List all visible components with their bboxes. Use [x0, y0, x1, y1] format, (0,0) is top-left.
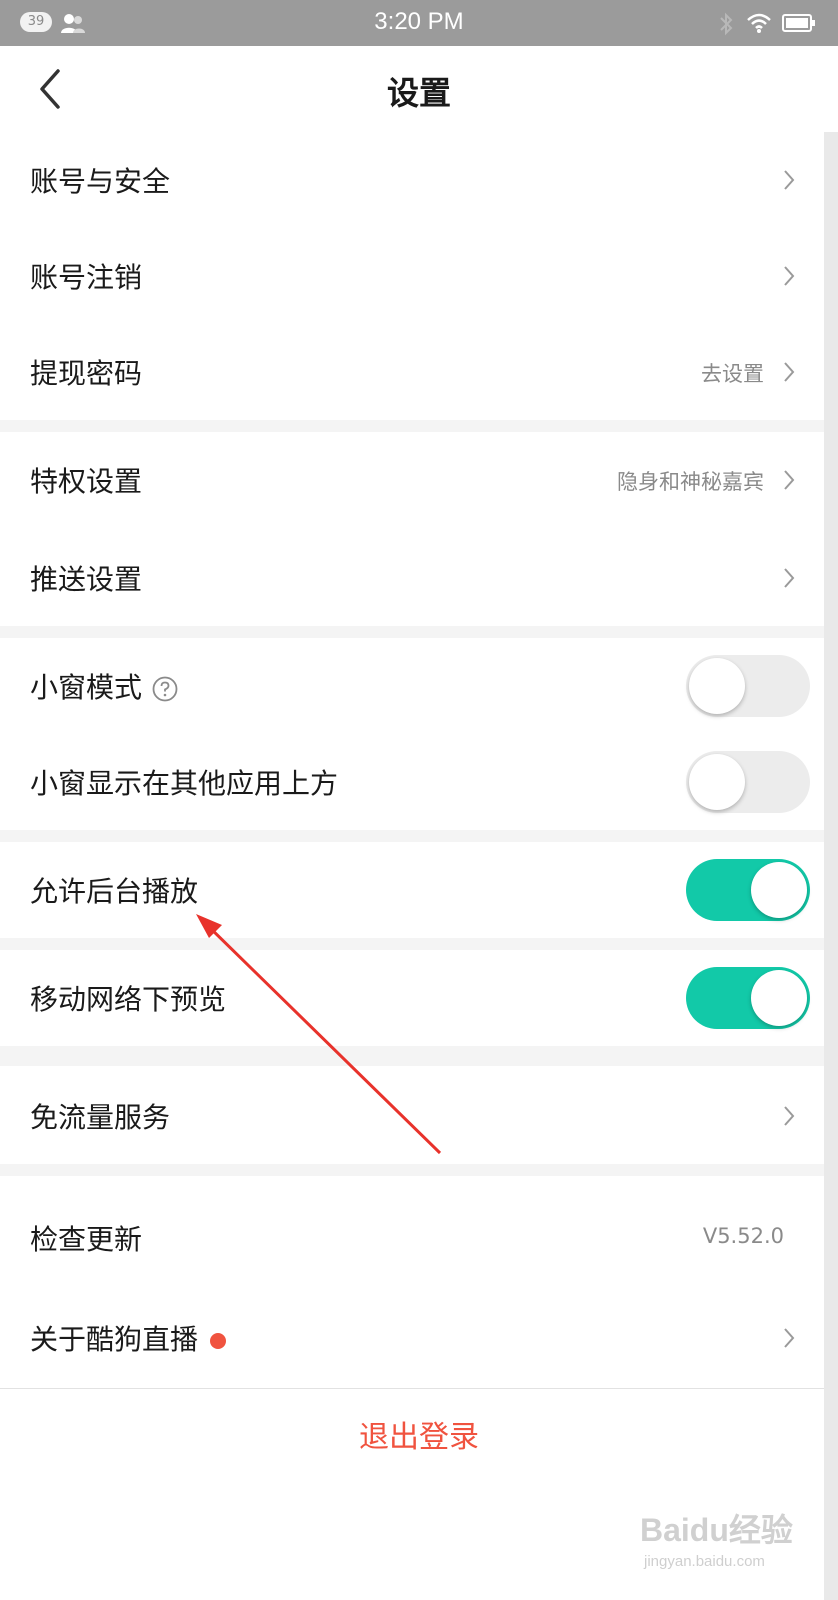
scrollbar[interactable] [824, 132, 838, 1600]
row-value: 隐身和神秘嘉宾 [617, 470, 764, 494]
row-label-text: 小窗模式 [30, 671, 143, 704]
header: 设置 [0, 46, 838, 132]
row-label: 特权设置 [30, 465, 143, 498]
watermark-url: jingyan.baidu.com [644, 1553, 765, 1570]
status-time: 3:20 PM [374, 8, 464, 35]
toggle-knob [751, 862, 807, 918]
row-check-update[interactable]: 检查更新 V5.52.0 [0, 1176, 824, 1288]
divider [0, 1388, 824, 1389]
row-label: 账号与安全 [30, 165, 171, 198]
row-free-data-service[interactable]: 免流量服务 [0, 1066, 824, 1164]
chevron-right-icon [784, 1106, 795, 1126]
row-label: 检查更新 [30, 1223, 143, 1256]
row-label-text: 关于酷狗直播 [30, 1323, 199, 1356]
mini-window-mode-toggle[interactable] [686, 655, 810, 717]
chevron-right-icon [784, 470, 795, 490]
row-mini-window-overlay: 小窗显示在其他应用上方 [0, 734, 824, 830]
section-gap [0, 626, 824, 638]
row-label: 小窗显示在其他应用上方 [30, 767, 339, 800]
section-gap [0, 830, 824, 842]
row-withdraw-password[interactable]: 提现密码 去设置 [0, 324, 824, 420]
chevron-right-icon [784, 362, 795, 382]
row-value: 去设置 [701, 362, 764, 386]
status-bar: 39 3:20 PM [0, 0, 838, 46]
watermark-logo: Baidu经验 [640, 1512, 793, 1548]
logout-button[interactable]: 退出登录 [0, 1412, 838, 1456]
row-label: 小窗模式 [30, 666, 178, 706]
baidu-watermark: Baidu经验 jingyan.baidu.com [640, 1505, 820, 1585]
battery-icon [782, 14, 815, 32]
row-label: 免流量服务 [30, 1101, 171, 1134]
row-about[interactable]: 关于酷狗直播 [0, 1288, 824, 1388]
page-title: 设置 [386, 74, 451, 112]
toggle-knob [751, 970, 807, 1026]
row-label: 允许后台播放 [30, 875, 199, 908]
bluetooth-icon [720, 12, 733, 36]
toggle-knob [689, 754, 745, 810]
row-label: 关于酷狗直播 [30, 1318, 227, 1358]
mobile-preview-toggle[interactable] [686, 967, 810, 1029]
chevron-right-icon [784, 266, 795, 286]
row-label: 移动网络下预览 [30, 983, 227, 1016]
new-badge-dot [210, 1333, 227, 1349]
chevron-right-icon [784, 170, 795, 190]
chevron-right-icon [784, 568, 795, 588]
section-gap [0, 938, 824, 950]
background-play-toggle[interactable] [686, 859, 810, 921]
row-privilege-settings[interactable]: 特权设置 隐身和神秘嘉宾 [0, 432, 824, 528]
version-value: V5.52.0 [702, 1224, 784, 1248]
section-gap [0, 420, 824, 432]
row-label: 账号注销 [30, 261, 143, 294]
row-background-play: 允许后台播放 [0, 842, 824, 938]
help-question-icon[interactable] [152, 676, 178, 702]
row-mobile-preview: 移动网络下预览 [0, 950, 824, 1046]
row-label: 推送设置 [30, 563, 143, 596]
wifi-icon [747, 13, 771, 33]
row-account-cancel[interactable]: 账号注销 [0, 228, 824, 324]
row-mini-window-mode: 小窗模式 [0, 638, 824, 734]
row-account-security[interactable]: 账号与安全 [0, 132, 824, 228]
section-gap [0, 1164, 824, 1176]
row-push-settings[interactable]: 推送设置 [0, 528, 824, 626]
section-gap [0, 1046, 824, 1066]
chevron-right-icon [784, 1328, 795, 1348]
row-label: 提现密码 [30, 357, 143, 390]
toggle-knob [689, 658, 745, 714]
mini-window-overlay-toggle[interactable] [686, 751, 810, 813]
